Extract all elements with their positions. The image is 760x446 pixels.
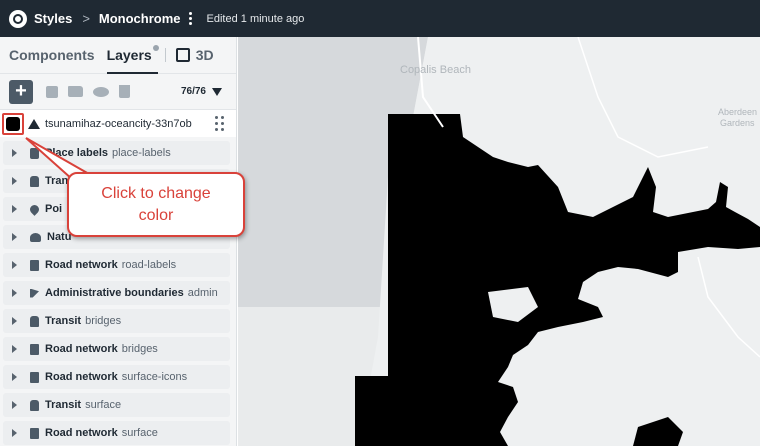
expand-arrow-icon[interactable] [12,401,17,409]
tree-icon [30,232,41,242]
map-shapes [238,37,760,446]
bus-icon [30,399,39,411]
swatch-highlight-box [2,113,24,135]
bus-icon [30,175,39,187]
tab-layers[interactable]: Layers [106,45,159,74]
group-name: Poi [45,203,63,215]
folder-icon[interactable] [68,86,83,97]
layer-group-transit-bridges[interactable]: Transit bridges [3,309,230,333]
style-menu-icon[interactable] [188,12,193,25]
group-name: Natu [47,231,72,243]
expand-arrow-icon[interactable] [12,317,17,325]
group-name: Transit [45,399,82,411]
layer-group-admin[interactable]: Administrative boundaries admin [3,281,230,305]
group-name: Road network [45,259,118,271]
layer-group-place-labels[interactable]: Place labels place-labels [3,141,230,165]
group-sub: surface [85,399,122,411]
top-bar: Styles > Monochrome Edited 1 minute ago [0,0,760,37]
layer-group-road-labels[interactable]: Road network road-labels [3,253,230,277]
lock-icon [30,371,39,383]
cube-3d-icon [175,48,190,62]
layers-sidebar: Components Layers 3D + 76/76 tsunamihaz-… [0,37,237,446]
group-sub: surface-icons [121,371,188,383]
duplicate-icon[interactable] [46,85,58,98]
edited-status: Edited 1 minute ago [206,12,305,25]
expand-arrow-icon[interactable] [12,149,17,157]
layer-group-transit-surface[interactable]: Transit surface [3,393,230,417]
map-label-copalis: Copalis Beach [400,64,471,76]
info-dot-icon [152,45,159,51]
group-sub: place-labels [112,147,171,159]
tab-components[interactable]: Components [9,47,95,63]
breadcrumb-style-name[interactable]: Monochrome [99,11,181,26]
layer-group-road-surface[interactable]: Road network surface [3,421,230,445]
expand-arrow-icon[interactable] [12,429,17,437]
group-name: Road network [45,427,118,439]
map-label-gardens: Gardens [720,118,755,128]
pin-icon [28,202,41,216]
breadcrumb-styles[interactable]: Styles [34,11,72,26]
map-label-aberdeen: Aberdeen [718,107,758,117]
tutorial-callout: Click to change color [67,172,245,237]
tab-3d[interactable]: 3D [196,47,214,63]
group-sub: road-labels [121,259,177,271]
group-name: Road network [45,371,118,383]
group-name-rest: lace labels [52,147,108,159]
trash-icon[interactable] [119,85,130,98]
group-name: P [45,147,53,159]
fill-layer-icon [28,118,40,129]
layer-count: 76/76 [180,86,206,97]
lock-icon [30,259,39,271]
add-layer-button[interactable]: + [9,79,33,104]
layer-name: tsunamihaz-oceancity-33n7ob [45,117,192,130]
sidebar-tabs: Components Layers 3D [0,37,236,74]
group-sub: surface [121,427,158,439]
expand-arrow-icon[interactable] [12,373,17,381]
group-sub: bridges [85,315,122,327]
lock-icon [30,343,39,355]
group-sub: admin [187,287,218,299]
lock-icon [30,427,39,439]
expand-arrow-icon[interactable] [12,261,17,269]
map-canvas[interactable]: Copalis Beach Aberdeen Gardens [238,37,760,446]
callout-line-1: Click to change [101,184,211,202]
expand-arrow-icon[interactable] [12,289,17,297]
flag-icon [30,288,39,298]
people-icon [30,147,39,159]
breadcrumb-separator: > [82,11,90,26]
layer-group-road-surface-icons[interactable]: Road network surface-icons [3,365,230,389]
group-name: Administrative boundaries [45,287,184,299]
expand-arrow-icon[interactable] [12,205,17,213]
tab-layers-label: Layers [106,47,152,63]
bus-icon [30,315,39,327]
hide-eye-icon[interactable] [93,86,109,97]
expand-arrow-icon[interactable] [12,177,17,185]
group-sub: bridges [121,343,158,355]
filter-icon[interactable] [212,87,222,96]
drag-handle-icon[interactable] [215,116,224,131]
mapbox-logo-icon[interactable] [9,9,27,28]
expand-arrow-icon[interactable] [12,345,17,353]
tab-divider [164,48,166,62]
layer-row-active[interactable]: tsunamihaz-oceancity-33n7ob [0,109,236,137]
layer-toolbar: + 76/76 [0,73,236,109]
group-name: Road network [45,343,118,355]
callout-line-2: color [138,206,174,224]
expand-arrow-icon[interactable] [12,233,17,241]
group-name: Transit [45,315,82,327]
layer-group-road-bridges[interactable]: Road network bridges [3,337,230,361]
